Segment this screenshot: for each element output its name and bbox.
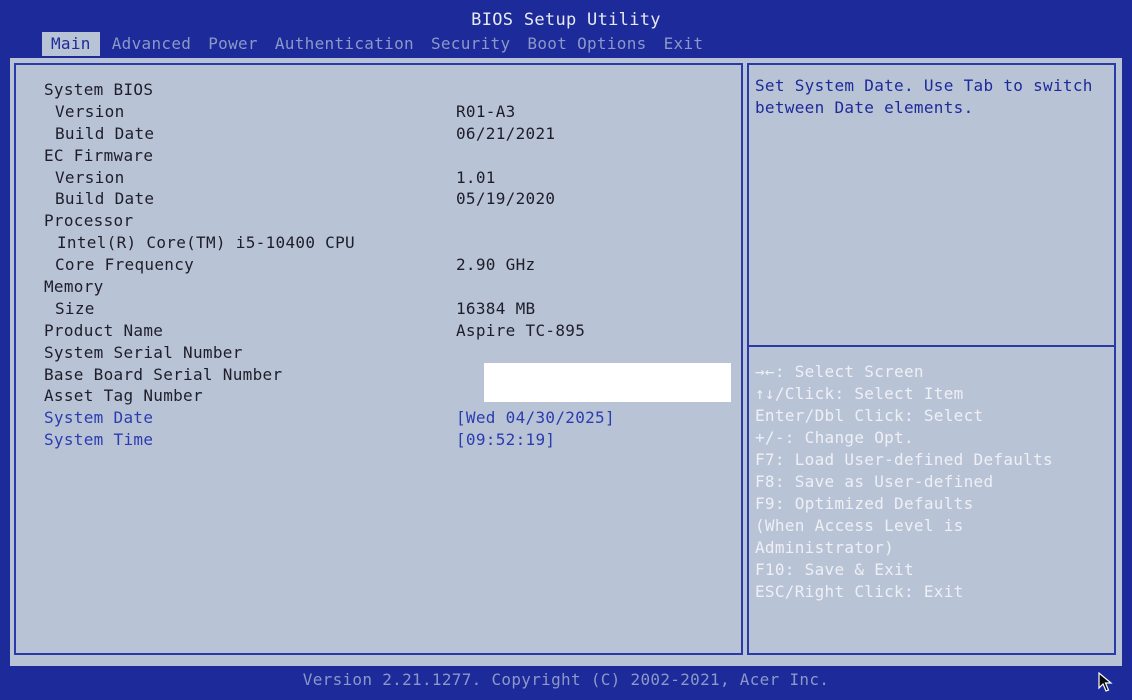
- system-time-field[interactable]: [09:52:19]: [456, 429, 555, 451]
- settings-row-system-time[interactable]: System Time [09:52:19]: [44, 429, 734, 451]
- settings-row-cpu-model: Intel(R) Core(TM) i5-10400 CPU: [44, 232, 734, 254]
- row-label: Build Date: [55, 123, 155, 143]
- help-divider: [749, 345, 1114, 347]
- row-label: Version: [55, 101, 125, 121]
- settings-row-bios-version: Version R01-A3: [44, 101, 734, 123]
- settings-row-system-serial: System Serial Number: [44, 342, 734, 364]
- settings-row-bios-build-date: Build Date 06/21/2021: [44, 123, 734, 145]
- settings-row-product-name: Product Name Aspire TC-895: [44, 320, 734, 342]
- settings-row-ec-firmware: EC Firmware: [44, 145, 734, 167]
- row-label: Base Board Serial Number: [44, 364, 283, 384]
- key-hint-f9: F9: Optimized Defaults: [755, 494, 974, 513]
- help-description: Set System Date. Use Tab to switch betwe…: [755, 76, 1103, 117]
- row-label: Product Name: [44, 320, 164, 340]
- row-value: 06/21/2021: [456, 123, 556, 143]
- key-hint-access-note: (When Access Level is: [755, 516, 964, 535]
- row-label: System BIOS: [44, 80, 154, 99]
- settings-row-memory-size: Size 16384 MB: [44, 298, 734, 320]
- key-legend: →←: Select Screen ↑↓/Click: Select Item …: [755, 361, 1111, 603]
- settings-row-system-date[interactable]: System Date [Wed 04/30/2025]: [44, 407, 734, 429]
- key-hint-f8: F8: Save as User-defined: [755, 472, 994, 491]
- settings-row-ec-build-date: Build Date 05/19/2020: [44, 188, 734, 210]
- key-hint-f7: F7: Load User-defined Defaults: [755, 450, 1053, 469]
- settings-list: System BIOS Version R01-A3 Build Date 06…: [44, 79, 734, 451]
- help-pane: Set System Date. Use Tab to switch betwe…: [747, 63, 1116, 655]
- tab-advanced[interactable]: Advanced: [107, 32, 196, 56]
- key-hint-access-note-cont: Administrator): [755, 538, 895, 557]
- row-label: Build Date: [55, 189, 155, 209]
- row-label: Processor: [44, 211, 134, 231]
- main-settings-pane: System BIOS Version R01-A3 Build Date 06…: [14, 63, 743, 655]
- row-label: Size: [55, 298, 95, 318]
- row-label: Memory: [44, 277, 104, 297]
- system-date-field[interactable]: [Wed 04/30/2025]: [456, 407, 615, 429]
- mouse-pointer-icon: [1098, 672, 1113, 692]
- row-value: R01-A3: [456, 101, 516, 121]
- row-value: 16384 MB: [456, 298, 536, 318]
- redacted-serial-block: [484, 363, 731, 402]
- row-label: EC Firmware: [44, 145, 154, 165]
- row-value: 2.90 GHz: [456, 255, 536, 275]
- row-value: 1.01: [456, 167, 496, 187]
- menu-bar: Main Advanced Power Authentication Secur…: [42, 32, 715, 56]
- key-hint-f10: F10: Save & Exit: [755, 560, 914, 579]
- row-value: 05/19/2020: [456, 189, 556, 209]
- content-frame: System BIOS Version R01-A3 Build Date 06…: [10, 58, 1122, 666]
- row-label: Core Frequency: [55, 255, 195, 275]
- key-hint-enter-select: Enter/Dbl Click: Select: [755, 406, 984, 425]
- row-label: System Serial Number: [44, 342, 243, 362]
- window-title: BIOS Setup Utility: [471, 10, 661, 30]
- bios-screen: BIOS Setup Utility Main Advanced Power A…: [0, 0, 1132, 700]
- row-label: System Date: [44, 408, 154, 428]
- tab-exit[interactable]: Exit: [659, 32, 709, 56]
- row-label: Version: [55, 167, 125, 187]
- tab-main[interactable]: Main: [42, 32, 100, 56]
- key-hint-change-option: +/-: Change Opt.: [755, 428, 914, 447]
- row-label: Asset Tag Number: [44, 386, 203, 406]
- row-value: Aspire TC-895: [456, 320, 586, 340]
- tab-power[interactable]: Power: [203, 32, 263, 56]
- settings-row-processor: Processor: [44, 210, 734, 232]
- tab-boot-options[interactable]: Boot Options: [522, 32, 651, 56]
- settings-row-core-frequency: Core Frequency 2.90 GHz: [44, 254, 734, 276]
- key-hint-esc: ESC/Right Click: Exit: [755, 582, 964, 601]
- settings-row-system-bios: System BIOS: [44, 79, 734, 101]
- row-label: System Time: [44, 430, 154, 450]
- key-hint-select-item: ↑↓/Click: Select Item: [755, 384, 964, 403]
- footer-copyright: Version 2.21.1277. Copyright (C) 2002-20…: [302, 670, 830, 689]
- key-hint-select-screen: →←: Select Screen: [755, 362, 924, 381]
- tab-security[interactable]: Security: [426, 32, 515, 56]
- settings-row-ec-version: Version 1.01: [44, 167, 734, 189]
- settings-row-memory: Memory: [44, 276, 734, 298]
- tab-authentication[interactable]: Authentication: [270, 32, 419, 56]
- row-label: Intel(R) Core(TM) i5-10400 CPU: [57, 233, 355, 253]
